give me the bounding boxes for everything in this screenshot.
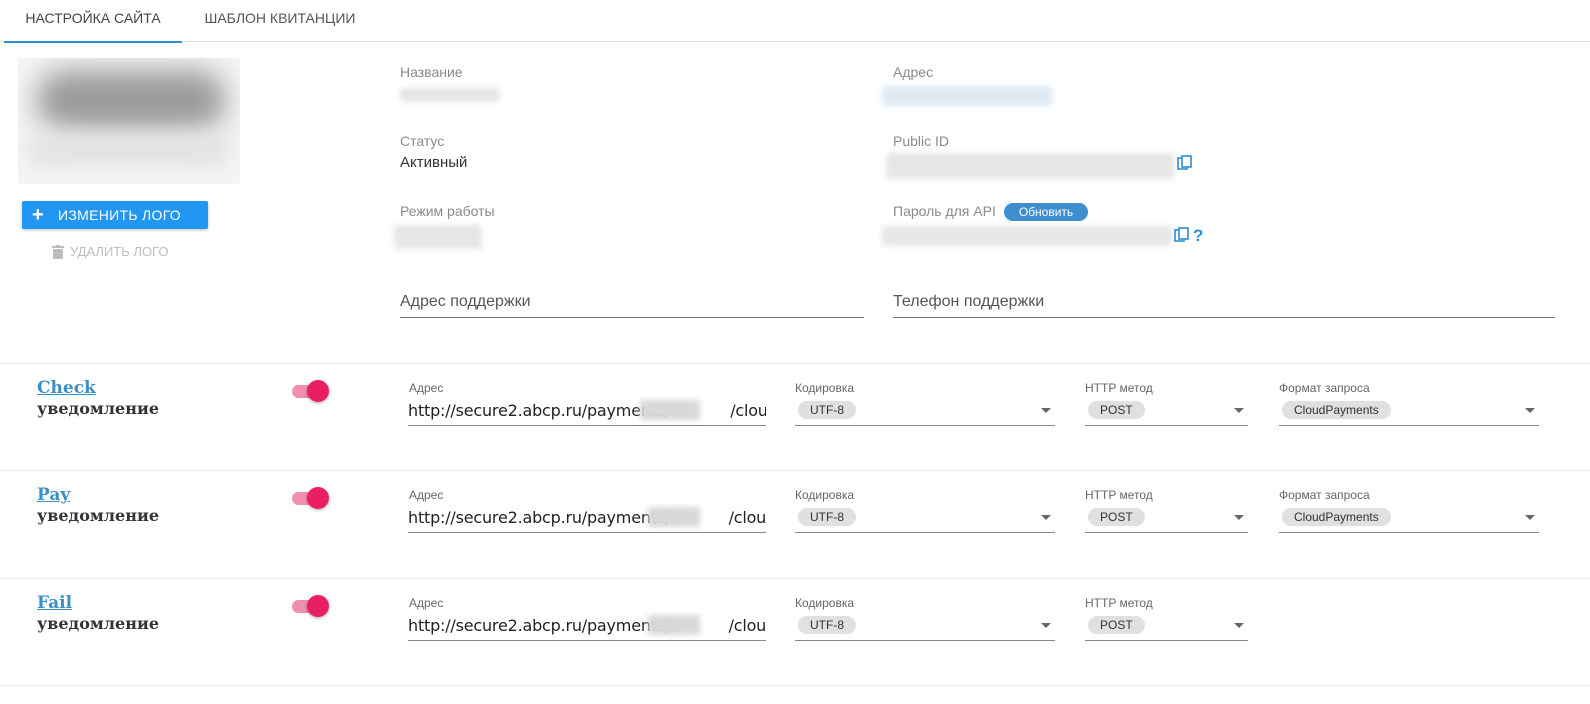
help-icon[interactable]: ? bbox=[1193, 226, 1203, 246]
pay-enabled-toggle[interactable] bbox=[292, 487, 330, 509]
chevron-down-icon bbox=[1041, 408, 1051, 413]
change-logo-button[interactable]: + ИЗМЕНИТЬ ЛОГО bbox=[22, 201, 208, 229]
address-field-label: Адрес bbox=[409, 488, 444, 502]
http-method-label: HTTP метод bbox=[1085, 488, 1153, 502]
notification-name-link[interactable]: Check bbox=[37, 378, 96, 398]
request-format-chip: CloudPayments bbox=[1282, 508, 1391, 526]
address-field-label: Адрес bbox=[409, 596, 444, 610]
logo-redacted-bottom bbox=[28, 136, 228, 166]
pay-request-format-select[interactable]: CloudPayments bbox=[1279, 503, 1539, 533]
encoding-label: Кодировка bbox=[795, 488, 855, 502]
address-redacted-part bbox=[640, 400, 700, 420]
encoding-chip: UTF-8 bbox=[798, 616, 856, 634]
encoding-label: Кодировка bbox=[795, 381, 855, 395]
http-method-label: HTTP метод bbox=[1085, 596, 1153, 610]
plus-icon: + bbox=[32, 204, 44, 226]
trash-icon bbox=[52, 245, 64, 259]
address-value-redacted bbox=[882, 86, 1052, 106]
address-redacted-part bbox=[648, 615, 700, 635]
request-format-chip: CloudPayments bbox=[1282, 401, 1391, 419]
notification-subtitle: уведомление bbox=[37, 399, 159, 418]
address-redacted-part bbox=[648, 507, 700, 527]
active-tab-indicator bbox=[4, 41, 182, 43]
http-method-chip: POST bbox=[1088, 616, 1145, 634]
notification-name-link[interactable]: Pay bbox=[37, 485, 70, 505]
fail-http-method-select[interactable]: POST bbox=[1085, 611, 1248, 641]
pay-http-method-select[interactable]: POST bbox=[1085, 503, 1248, 533]
pay-address-input[interactable]: http://secure2.abcp.ru/payments/r/cloudP… bbox=[408, 503, 766, 533]
change-logo-label: ИЗМЕНИТЬ ЛОГО bbox=[58, 207, 181, 223]
name-label: Название bbox=[400, 64, 463, 80]
refresh-api-password-button[interactable]: Обновить bbox=[1004, 203, 1088, 221]
notification-subtitle: уведомление bbox=[37, 614, 159, 633]
mode-value-redacted bbox=[394, 225, 482, 249]
support-address-field[interactable] bbox=[400, 288, 864, 318]
delete-logo-button[interactable]: УДАЛИТЬ ЛОГО bbox=[50, 242, 180, 262]
encoding-chip: UTF-8 bbox=[798, 508, 856, 526]
chevron-down-icon bbox=[1234, 623, 1244, 628]
check-enabled-toggle[interactable] bbox=[292, 380, 330, 402]
encoding-chip: UTF-8 bbox=[798, 401, 856, 419]
address-value: http://secure2.abcp.ru/payments/r/cloudP… bbox=[408, 616, 766, 635]
http-method-chip: POST bbox=[1088, 401, 1145, 419]
tab-site-settings-label: НАСТРОЙКА САЙТА bbox=[25, 10, 161, 26]
chevron-down-icon bbox=[1234, 515, 1244, 520]
address-value: http://secure2.abcp.ru/payments//cloudPa… bbox=[408, 401, 766, 420]
support-address-input[interactable] bbox=[400, 288, 864, 316]
api-password-label: Пароль для API bbox=[893, 203, 996, 219]
pay-encoding-select[interactable]: UTF-8 bbox=[795, 503, 1055, 533]
chevron-down-icon bbox=[1234, 408, 1244, 413]
toggle-thumb bbox=[307, 595, 329, 617]
site-logo bbox=[18, 58, 240, 184]
tab-bar: НАСТРОЙКА САЙТА ШАБЛОН КВИТАНЦИИ bbox=[0, 0, 1590, 43]
check-address-input[interactable]: http://secure2.abcp.ru/payments//cloudPa… bbox=[408, 396, 766, 426]
address-label: Адрес bbox=[893, 64, 934, 80]
delete-logo-label: УДАЛИТЬ ЛОГО bbox=[70, 244, 169, 259]
chevron-down-icon bbox=[1525, 408, 1535, 413]
logo-redacted bbox=[36, 70, 226, 130]
notification-name-link[interactable]: Fail bbox=[37, 593, 72, 613]
notification-row-fail: Fail уведомление Адрес http://secure2.ab… bbox=[0, 578, 1590, 685]
check-http-method-select[interactable]: POST bbox=[1085, 396, 1248, 426]
check-encoding-select[interactable]: UTF-8 bbox=[795, 396, 1055, 426]
tab-site-settings[interactable]: НАСТРОЙКА САЙТА bbox=[4, 0, 182, 43]
encoding-label: Кодировка bbox=[795, 596, 855, 610]
support-phone-input[interactable] bbox=[893, 288, 1555, 316]
toggle-thumb bbox=[307, 487, 329, 509]
address-value: http://secure2.abcp.ru/payments/r/cloudP… bbox=[408, 508, 766, 527]
mode-label: Режим работы bbox=[400, 203, 495, 219]
copy-public-id-icon[interactable] bbox=[1177, 155, 1193, 173]
fail-enabled-toggle[interactable] bbox=[292, 595, 330, 617]
public-id-value-redacted bbox=[886, 153, 1174, 179]
chevron-down-icon bbox=[1041, 623, 1051, 628]
chevron-down-icon bbox=[1041, 515, 1051, 520]
request-format-label: Формат запроса bbox=[1279, 488, 1370, 502]
tab-receipt-template[interactable]: ШАБЛОН КВИТАНЦИИ bbox=[190, 0, 370, 42]
tab-receipt-template-label: ШАБЛОН КВИТАНЦИИ bbox=[204, 10, 356, 26]
support-phone-field[interactable] bbox=[893, 288, 1555, 318]
fail-encoding-select[interactable]: UTF-8 bbox=[795, 611, 1055, 641]
notification-row-check: Check уведомление Адрес http://secure2.a… bbox=[0, 363, 1590, 470]
api-password-value-redacted bbox=[882, 226, 1172, 246]
copy-api-password-icon[interactable] bbox=[1174, 227, 1190, 245]
fail-address-input[interactable]: http://secure2.abcp.ru/payments/r/cloudP… bbox=[408, 611, 766, 641]
public-id-label: Public ID bbox=[893, 133, 950, 149]
toggle-thumb bbox=[307, 380, 329, 402]
notification-subtitle: уведомление bbox=[37, 506, 159, 525]
status-value: Активный bbox=[400, 154, 468, 171]
name-value-redacted bbox=[400, 88, 500, 102]
status-label: Статус bbox=[400, 133, 445, 149]
http-method-chip: POST bbox=[1088, 508, 1145, 526]
request-format-label: Формат запроса bbox=[1279, 381, 1370, 395]
address-field-label: Адрес bbox=[409, 381, 444, 395]
http-method-label: HTTP метод bbox=[1085, 381, 1153, 395]
check-request-format-select[interactable]: CloudPayments bbox=[1279, 396, 1539, 426]
notification-row-pay: Pay уведомление Адрес http://secure2.abc… bbox=[0, 470, 1590, 577]
chevron-down-icon bbox=[1525, 515, 1535, 520]
row-divider bbox=[0, 685, 1590, 686]
